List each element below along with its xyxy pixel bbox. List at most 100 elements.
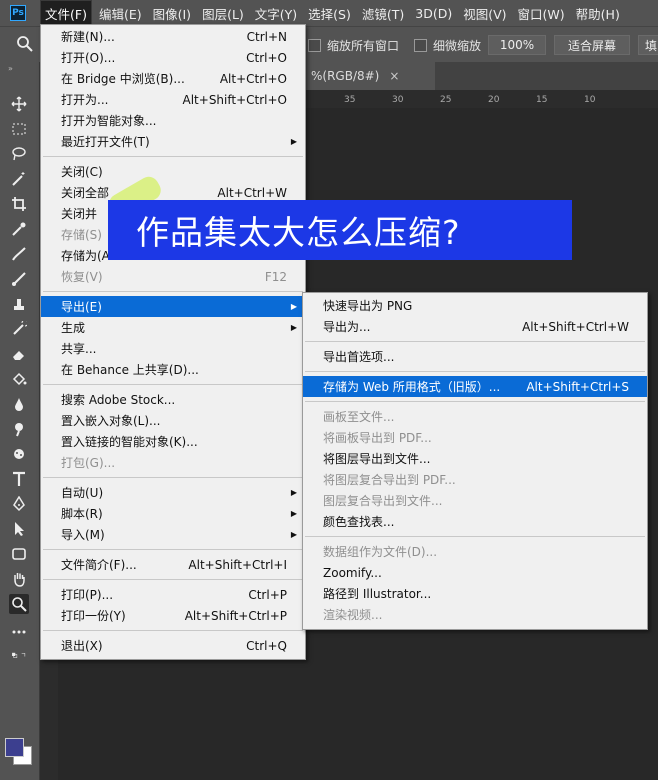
menu-item-place-embedded[interactable]: 置入嵌入对象(L)... xyxy=(41,410,305,431)
menu-item-print[interactable]: 打印(P)... Ctrl+P xyxy=(41,584,305,605)
magic-wand-icon[interactable] xyxy=(9,169,29,189)
menu-item-export[interactable]: 导出(E) ▶ xyxy=(41,296,305,317)
checkbox-box[interactable] xyxy=(308,39,321,52)
pen-tool-icon[interactable] xyxy=(9,494,29,514)
menu-type[interactable]: 文字(Y) xyxy=(251,1,301,26)
menu-item-zoomify[interactable]: Zoomify... xyxy=(303,562,647,583)
collapse-icon[interactable]: » xyxy=(8,64,13,73)
type-tool-icon[interactable] xyxy=(9,469,29,489)
history-brush-icon[interactable] xyxy=(9,319,29,339)
resize-windows-checkbox[interactable]: 缩放所有窗口 xyxy=(308,37,399,54)
fit-screen-button[interactable]: 适合屏幕 xyxy=(554,35,630,55)
fill-screen-button[interactable]: 填 xyxy=(638,35,658,55)
menu-item-render-video[interactable]: 渲染视频... xyxy=(303,604,647,625)
menu-item-open-smart-object[interactable]: 打开为智能对象... xyxy=(41,110,305,131)
zoom-100-button[interactable]: 100% xyxy=(488,35,546,55)
menu-item-artboards-to-pdf[interactable]: 将画板导出到 PDF... xyxy=(303,427,647,448)
menu-item-share[interactable]: 共享... xyxy=(41,338,305,359)
menu-item-paths-to-illustrator[interactable]: 路径到 Illustrator... xyxy=(303,583,647,604)
menu-item-save-for-web[interactable]: 存储为 Web 所用格式（旧版）... Alt+Shift+Ctrl+S xyxy=(303,376,647,397)
menu-item-search-stock[interactable]: 搜索 Adobe Stock... xyxy=(41,389,305,410)
menu-item-open-as[interactable]: 打开为... Alt+Shift+Ctrl+O xyxy=(41,89,305,110)
zoom-tool-icon[interactable] xyxy=(9,594,29,614)
menu-file[interactable]: 文件(F) xyxy=(40,0,92,27)
paint-bucket-icon[interactable] xyxy=(9,369,29,389)
brush-tool-icon[interactable] xyxy=(9,269,29,289)
marquee-tool-icon[interactable] xyxy=(9,119,29,139)
menu-item-shortcut: Alt+Shift+Ctrl+W xyxy=(522,319,629,334)
menu-item-generate[interactable]: 生成 ▶ xyxy=(41,317,305,338)
path-selection-icon[interactable] xyxy=(9,519,29,539)
move-tool-icon[interactable] xyxy=(9,94,29,114)
menu-item-label: 数据组作为文件(D)... xyxy=(323,545,438,559)
menu-item-layer-comps-to-files[interactable]: 图层复合导出到文件... xyxy=(303,490,647,511)
menu-item-quick-export-png[interactable]: 快速导出为 PNG xyxy=(303,295,647,316)
menu-separator xyxy=(43,156,303,157)
menu-item-label: 打开为智能对象... xyxy=(61,114,157,128)
blur-tool-icon[interactable] xyxy=(9,394,29,414)
menu-window[interactable]: 窗口(W) xyxy=(514,1,569,26)
menu-item-artboards-to-files[interactable]: 画板至文件... xyxy=(303,406,647,427)
document-tab[interactable]: %(RGB/8#) × xyxy=(305,62,435,90)
menu-item-label: 在 Behance 上共享(D)... xyxy=(61,363,199,377)
menu-layer[interactable]: 图层(L) xyxy=(198,1,248,26)
menu-item-label: 导出为... xyxy=(323,320,371,334)
menu-item-recent-files[interactable]: 最近打开文件(T) ▶ xyxy=(41,131,305,152)
menu-view[interactable]: 视图(V) xyxy=(459,1,510,26)
menu-item-open[interactable]: 打开(O)... Ctrl+O xyxy=(41,47,305,68)
dodge-tool-icon[interactable] xyxy=(9,419,29,439)
close-icon[interactable]: × xyxy=(389,69,399,83)
menu-item-layer-comps-to-pdf[interactable]: 将图层复合导出到 PDF... xyxy=(303,469,647,490)
menu-item-export-as[interactable]: 导出为... Alt+Shift+Ctrl+W xyxy=(303,316,647,337)
checkbox-label: 缩放所有窗口 xyxy=(327,39,400,53)
sponge-tool-icon[interactable] xyxy=(9,444,29,464)
menu-item-browse-bridge[interactable]: 在 Bridge 中浏览(B)... Alt+Ctrl+O xyxy=(41,68,305,89)
menu-item-scripts[interactable]: 脚本(R) ▶ xyxy=(41,503,305,524)
menu-item-place-linked[interactable]: 置入链接的智能对象(K)... xyxy=(41,431,305,452)
menu-item-label: 打开(O)... xyxy=(61,51,116,65)
menu-3d[interactable]: 3D(D) xyxy=(411,3,456,24)
menu-select[interactable]: 选择(S) xyxy=(304,1,355,26)
crop-tool-icon[interactable] xyxy=(9,194,29,214)
menu-item-automate[interactable]: 自动(U) ▶ xyxy=(41,482,305,503)
menu-item-export-preferences[interactable]: 导出首选项... xyxy=(303,346,647,367)
menu-item-label: 自动(U) xyxy=(61,486,104,500)
menu-item-data-sets-as-files[interactable]: 数据组作为文件(D)... xyxy=(303,541,647,562)
menu-filter[interactable]: 滤镜(T) xyxy=(358,1,408,26)
foreground-color-swatch[interactable] xyxy=(5,738,24,757)
eraser-icon[interactable] xyxy=(9,344,29,364)
file-menu: 新建(N)... Ctrl+N 打开(O)... Ctrl+O 在 Bridge 中… xyxy=(40,24,306,660)
more-tools-icon[interactable] xyxy=(9,622,29,642)
hand-tool-icon[interactable] xyxy=(9,569,29,589)
menu-item-label: 置入链接的智能对象(K)... xyxy=(61,435,198,449)
rectangle-tool-icon[interactable] xyxy=(9,544,29,564)
menu-item-label: 共享... xyxy=(61,342,97,356)
menu-edit[interactable]: 编辑(E) xyxy=(95,1,146,26)
lasso-tool-icon[interactable] xyxy=(9,144,29,164)
menu-item-revert[interactable]: 恢复(V) F12 xyxy=(41,266,305,287)
eyedropper-icon[interactable] xyxy=(9,219,29,239)
title-banner: 作品集太大怎么压缩? xyxy=(108,200,572,260)
menu-item-share-behance[interactable]: 在 Behance 上共享(D)... xyxy=(41,359,305,380)
menu-help[interactable]: 帮助(H) xyxy=(572,1,624,26)
ruler-label: 20 xyxy=(488,95,500,105)
menu-item-import[interactable]: 导入(M) ▶ xyxy=(41,524,305,545)
swap-colors-icon[interactable] xyxy=(4,646,34,666)
menu-item-layers-to-files[interactable]: 将图层导出到文件... xyxy=(303,448,647,469)
menu-item-file-info[interactable]: 文件简介(F)... Alt+Shift+Ctrl+I xyxy=(41,554,305,575)
menu-item-package[interactable]: 打包(G)... xyxy=(41,452,305,473)
healing-brush-icon[interactable] xyxy=(9,244,29,264)
menu-item-exit[interactable]: 退出(X) Ctrl+Q xyxy=(41,635,305,656)
checkbox-box[interactable] xyxy=(414,39,427,52)
menu-item-close[interactable]: 关闭(C) xyxy=(41,161,305,182)
menu-item-label: 渲染视频... xyxy=(323,608,383,622)
menu-item-print-one-copy[interactable]: 打印一份(Y) Alt+Shift+Ctrl+P xyxy=(41,605,305,626)
submenu-arrow-icon: ▶ xyxy=(290,302,297,311)
zoom-tool-icon[interactable] xyxy=(16,35,34,53)
menu-item-new[interactable]: 新建(N)... Ctrl+N xyxy=(41,26,305,47)
menu-item-shortcut: F12 xyxy=(264,269,287,284)
menu-item-color-lookup-tables[interactable]: 颜色查找表... xyxy=(303,511,647,532)
clone-stamp-icon[interactable] xyxy=(9,294,29,314)
scrubby-zoom-checkbox[interactable]: 细微缩放 xyxy=(414,37,481,54)
menu-image[interactable]: 图像(I) xyxy=(149,1,195,26)
